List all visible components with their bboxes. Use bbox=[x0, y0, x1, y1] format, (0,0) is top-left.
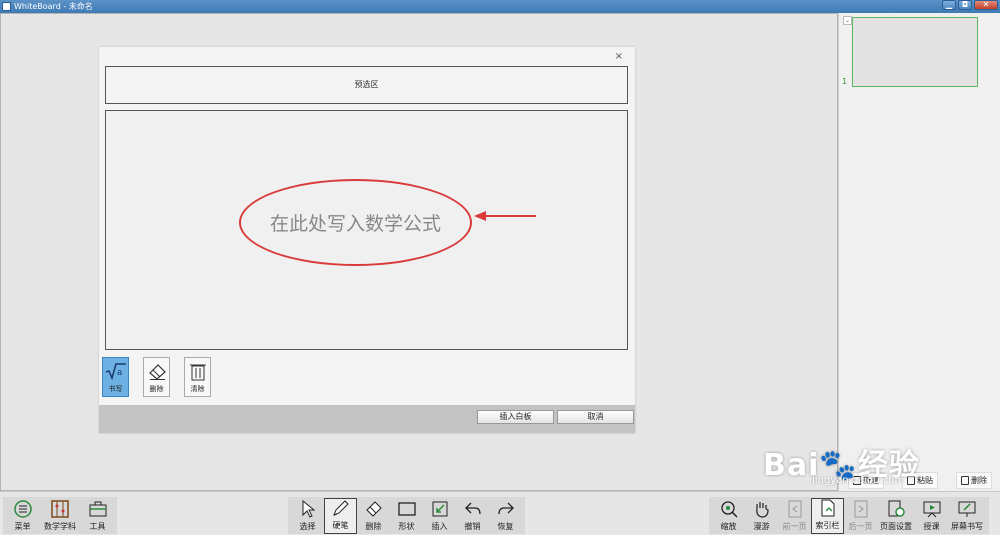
maximize-button[interactable]: ◘ bbox=[958, 0, 972, 10]
tools-button[interactable]: 工具 bbox=[81, 498, 114, 534]
app-icon bbox=[2, 2, 11, 11]
erase-tool-label: 删除 bbox=[149, 385, 164, 393]
write-tool-label: 书写 bbox=[108, 385, 123, 393]
clear-tool-label: 清除 bbox=[190, 385, 205, 393]
menu-label: 菜单 bbox=[14, 522, 31, 531]
insert-icon bbox=[431, 500, 449, 518]
rectangle-icon bbox=[397, 500, 416, 518]
pen-icon bbox=[332, 499, 350, 517]
redo-button[interactable]: 恢复 bbox=[489, 498, 522, 534]
write-tool-button[interactable]: a 书写 bbox=[102, 357, 129, 397]
annotation-arrow-icon bbox=[474, 211, 536, 221]
zoom-icon bbox=[720, 500, 738, 518]
trash-icon bbox=[189, 358, 207, 384]
lecture-icon bbox=[923, 500, 941, 518]
handwriting-area[interactable]: 在此处写入数学公式 bbox=[105, 110, 628, 350]
tools-label: 工具 bbox=[89, 522, 106, 531]
cancel-button[interactable]: 取消 bbox=[557, 410, 634, 424]
erase-label: 删除 bbox=[365, 522, 382, 531]
menu-button[interactable]: 菜单 bbox=[6, 498, 39, 534]
page-settings-icon bbox=[887, 500, 905, 518]
zoom-button[interactable]: 缩放 bbox=[712, 498, 745, 534]
abacus-icon bbox=[51, 500, 69, 518]
screen-write-button[interactable]: 屏幕书写 bbox=[948, 498, 986, 534]
handwrite-sqrt-icon: a bbox=[105, 358, 127, 384]
index-bar-button[interactable]: 索引栏 bbox=[811, 498, 844, 534]
undo-icon bbox=[464, 500, 482, 518]
toolbar-center-group: 选择 硬笔 删除 形状 插入 撤销 恢复 bbox=[288, 497, 525, 534]
select-label: 选择 bbox=[299, 522, 316, 531]
prev-page-button[interactable]: 前一页 bbox=[778, 498, 811, 534]
delete-label: 删除 bbox=[971, 475, 987, 485]
dialog-footer: 插入白板 取消 bbox=[99, 405, 635, 433]
clear-tool-button[interactable]: 清除 bbox=[184, 357, 211, 397]
pan-label: 漫游 bbox=[753, 522, 770, 531]
hand-icon bbox=[753, 500, 771, 518]
next-page-icon bbox=[852, 500, 870, 518]
erase-tool-button[interactable]: 删除 bbox=[143, 357, 170, 397]
eraser-icon bbox=[365, 500, 383, 518]
prev-page-icon bbox=[786, 500, 804, 518]
select-button[interactable]: 选择 bbox=[291, 498, 324, 534]
undo-label: 撤销 bbox=[464, 522, 481, 531]
cursor-icon bbox=[299, 500, 317, 518]
pen-label: 硬笔 bbox=[332, 521, 349, 530]
insert-button[interactable]: 插入 bbox=[423, 498, 456, 534]
erase-button[interactable]: 删除 bbox=[357, 498, 390, 534]
page-settings-label: 页面设置 bbox=[880, 522, 912, 531]
collapse-panel-icon[interactable]: ⌄ bbox=[843, 16, 852, 25]
trash-icon bbox=[961, 475, 969, 485]
index-bar-label: 索引栏 bbox=[815, 521, 840, 530]
hint-text: 在此处写入数学公式 bbox=[269, 213, 441, 235]
eraser-icon bbox=[147, 358, 167, 384]
lecture-label: 授课 bbox=[923, 522, 940, 531]
bottom-toolbar: 菜单 数学学科 工具 选择 硬笔 删除 形状 插入 撤销 恢复 缩放 漫游 前一… bbox=[0, 491, 1000, 535]
math-subject-label: 数学学科 bbox=[44, 522, 76, 531]
redo-label: 恢复 bbox=[497, 522, 514, 531]
next-page-label: 后一页 bbox=[848, 522, 873, 531]
page-settings-button[interactable]: 页面设置 bbox=[877, 498, 915, 534]
toolbar-right-group: 缩放 漫游 前一页 索引栏 后一页 页面设置 授课 屏幕书写 bbox=[709, 497, 989, 534]
insert-label: 插入 bbox=[431, 522, 448, 531]
toolbox-icon bbox=[89, 500, 107, 518]
pan-button[interactable]: 漫游 bbox=[745, 498, 778, 534]
index-bar-icon bbox=[819, 499, 837, 517]
dialog-close-button[interactable]: × bbox=[615, 51, 623, 62]
page-index-panel: ⌄ 1 新建 粘贴 删除 bbox=[838, 13, 1000, 491]
shape-button[interactable]: 形状 bbox=[390, 498, 423, 534]
delete-page-button[interactable]: 删除 bbox=[956, 471, 992, 489]
page-thumbnail[interactable] bbox=[852, 17, 978, 87]
pen-button[interactable]: 硬笔 bbox=[324, 498, 357, 534]
screen-write-label: 屏幕书写 bbox=[951, 522, 983, 531]
watermark-url: jingyan.baidu.com bbox=[812, 475, 905, 486]
preview-area: 预选区 bbox=[105, 66, 628, 104]
svg-text:a: a bbox=[117, 368, 123, 378]
page-number: 1 bbox=[842, 77, 848, 86]
redo-icon bbox=[497, 500, 515, 518]
insert-whiteboard-button[interactable]: 插入白板 bbox=[477, 410, 554, 424]
next-page-button[interactable]: 后一页 bbox=[844, 498, 877, 534]
zoom-label: 缩放 bbox=[720, 522, 737, 531]
prev-page-label: 前一页 bbox=[782, 522, 807, 531]
toolbar-left-group: 菜单 数学学科 工具 bbox=[3, 497, 117, 534]
window-controls: ▁ ◘ ✕ bbox=[942, 0, 998, 11]
shape-label: 形状 bbox=[398, 522, 415, 531]
window-title: WhiteBoard - 未命名 bbox=[14, 2, 93, 11]
handwrite-tools: a 书写 删除 清除 bbox=[102, 357, 211, 397]
screen-write-icon bbox=[958, 500, 976, 518]
minimize-button[interactable]: ▁ bbox=[942, 0, 956, 10]
lecture-button[interactable]: 授课 bbox=[915, 498, 948, 534]
undo-button[interactable]: 撤销 bbox=[456, 498, 489, 534]
close-window-button[interactable]: ✕ bbox=[974, 0, 998, 10]
title-bar: WhiteBoard - 未命名 ▁ ◘ ✕ bbox=[0, 0, 1000, 13]
menu-circle-icon bbox=[13, 500, 32, 518]
formula-input-dialog: × 预选区 在此处写入数学公式 a 书写 删除 清除 插入白板 取消 bbox=[99, 47, 635, 433]
math-subject-button[interactable]: 数学学科 bbox=[39, 498, 81, 534]
